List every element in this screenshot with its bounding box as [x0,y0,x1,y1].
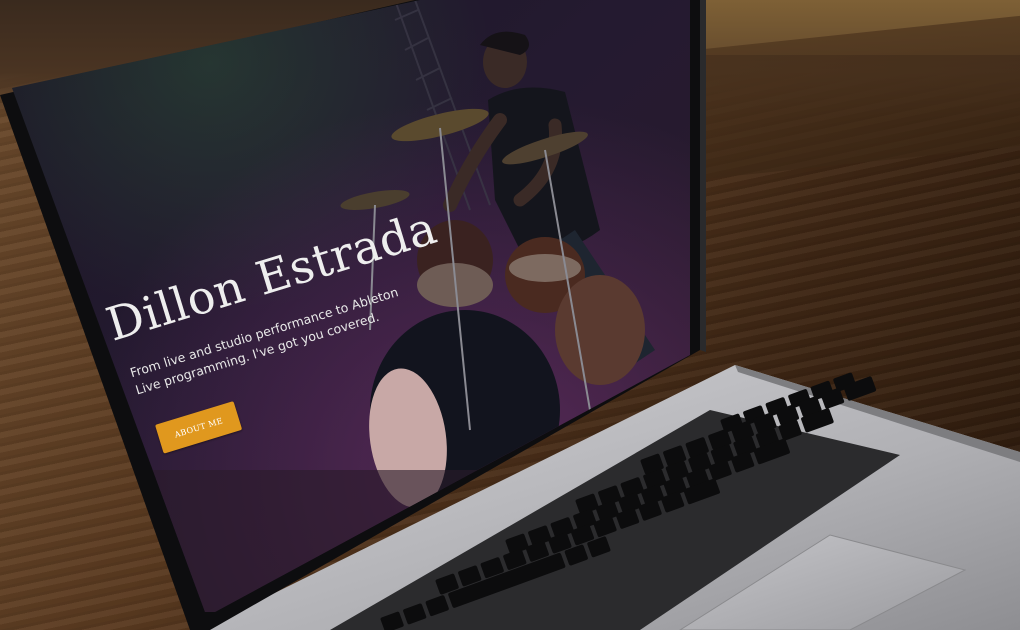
screen-lid-edge [700,0,706,352]
